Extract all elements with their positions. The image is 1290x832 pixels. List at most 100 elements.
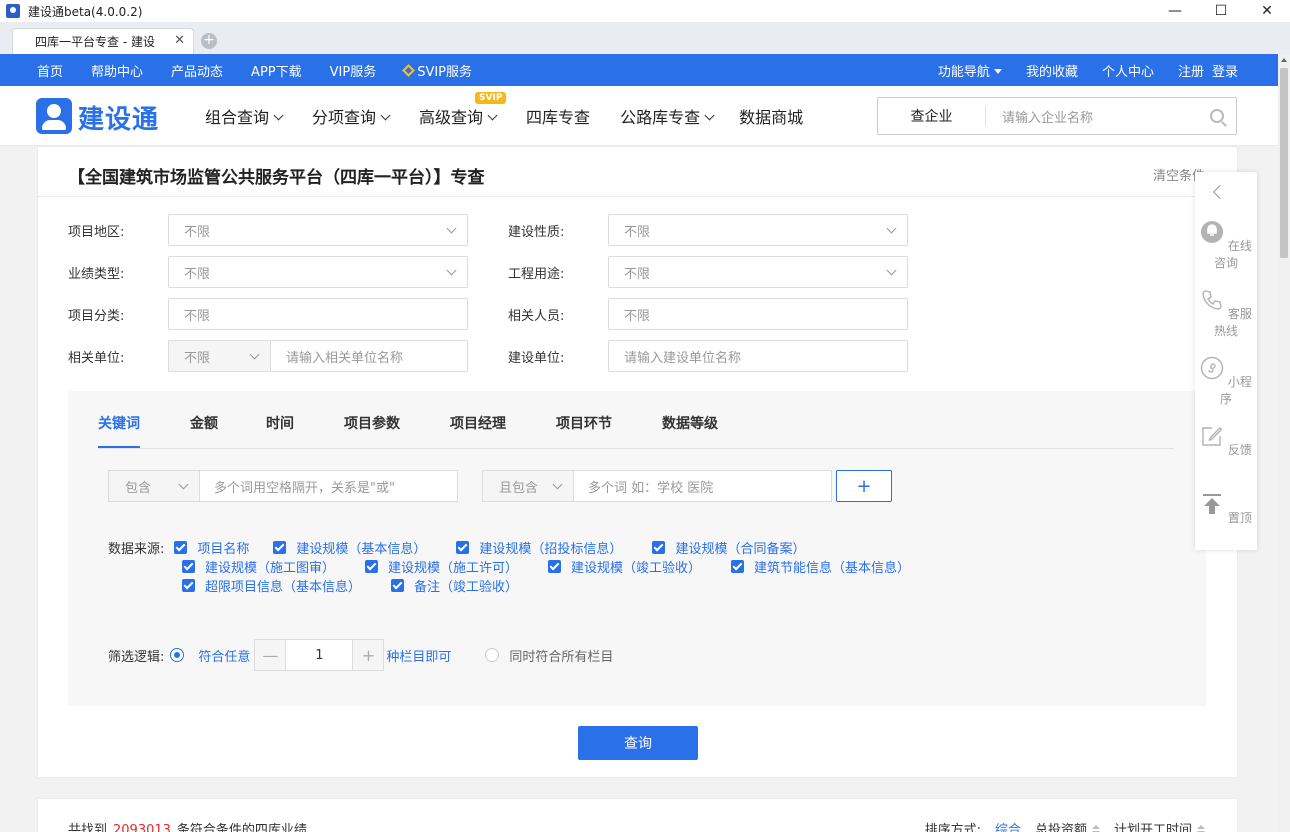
chevron-down-icon: [178, 479, 189, 490]
online-consult-button[interactable]: 在线咨询: [1195, 220, 1257, 271]
window-title: 建设通beta(4.0.0.2): [28, 4, 143, 19]
source-checkbox[interactable]: 建设规模（施工许可）: [365, 557, 518, 576]
logic-any-label[interactable]: 符合任意: [198, 646, 250, 665]
logic-suffix: 种栏目即可: [386, 649, 452, 665]
nav-four-library[interactable]: 四库专查: [526, 104, 590, 128]
sort-planned-start[interactable]: 计划开工时间: [1114, 819, 1205, 832]
tab-data-level[interactable]: 数据等级: [662, 413, 718, 433]
eng-use-select[interactable]: 不限: [608, 256, 908, 288]
related-unit-type-select[interactable]: 不限: [168, 340, 270, 372]
search-scope[interactable]: 查企业: [878, 106, 986, 126]
keyword-include-select[interactable]: 包含: [108, 470, 200, 502]
nav-function-guide[interactable]: 功能导航: [938, 61, 1002, 80]
sort-label: 排序方式:: [924, 823, 981, 832]
result-count: 共找到 2093013 条符合条件的四库业绩: [68, 819, 307, 832]
nav-svip[interactable]: SVIP服务: [402, 61, 472, 80]
data-source-label: 数据来源:: [108, 541, 165, 557]
tab-project-stage[interactable]: 项目环节: [556, 413, 612, 433]
increment-button[interactable]: +: [353, 640, 384, 670]
edit-icon: [1202, 427, 1223, 446]
feedback-button[interactable]: 反馈: [1195, 424, 1257, 458]
field-build-unit: 建设单位: 请输入建设单位名称: [508, 340, 908, 372]
chevron-down-icon: [487, 110, 498, 121]
logo-text[interactable]: 建设通: [78, 99, 159, 136]
close-window-button[interactable]: ✕: [1244, 0, 1290, 22]
page-title: 【全国建筑市场监管公共服务平台（四库一平台）】专查: [68, 168, 485, 188]
checkbox-checked-icon: [273, 540, 287, 554]
search-icon[interactable]: [1210, 109, 1224, 123]
chevron-left-icon[interactable]: [1212, 184, 1228, 200]
keyword-and-include-select[interactable]: 且包含: [482, 470, 574, 502]
nav-login[interactable]: 登录: [1212, 61, 1238, 80]
service-hotline-button[interactable]: 客服热线: [1195, 288, 1257, 339]
source-checkbox[interactable]: 建设规模（合同备案）: [652, 538, 805, 557]
source-checkbox[interactable]: 建设规模（基本信息）: [273, 538, 426, 557]
nav-advanced-query[interactable]: 高级查询 SVIP: [419, 92, 507, 128]
source-checkbox[interactable]: 超限项目信息（基本信息）: [182, 576, 361, 595]
scroll-up-icon[interactable]: [1281, 58, 1287, 62]
nav-favorites[interactable]: 我的收藏: [1026, 61, 1078, 80]
persons-select[interactable]: 不限: [608, 298, 908, 330]
perf-type-select[interactable]: 不限: [168, 256, 468, 288]
search-input[interactable]: 请输入企业名称: [1002, 107, 1093, 126]
radio-selected-icon[interactable]: [170, 648, 185, 662]
related-unit-input[interactable]: 请输入相关单位名称: [270, 340, 468, 372]
source-checkbox[interactable]: 建设规模（竣工验收）: [548, 557, 701, 576]
project-region-select[interactable]: 不限: [168, 214, 468, 246]
build-unit-input[interactable]: 请输入建设单位名称: [608, 340, 908, 372]
company-search[interactable]: 查企业 请输入企业名称: [877, 97, 1237, 135]
source-checkbox[interactable]: 备注（竣工验收）: [391, 576, 518, 595]
checkbox-checked-icon: [182, 559, 195, 573]
source-checkbox[interactable]: 建设规模（施工图审）: [182, 557, 335, 576]
mini-program-button[interactable]: 小程序: [1195, 356, 1257, 407]
source-checkbox[interactable]: 建筑节能信息（基本信息）: [731, 557, 910, 576]
tab-project-manager[interactable]: 项目经理: [450, 413, 506, 433]
tab-keyword[interactable]: 关键词: [98, 413, 140, 433]
nav-home[interactable]: 首页: [37, 61, 63, 80]
keyword-input-1[interactable]: 多个词用空格隔开，关系是"或": [200, 470, 458, 502]
source-checkbox[interactable]: 建设规模（招投标信息）: [456, 538, 622, 557]
query-button[interactable]: 查询: [578, 726, 698, 760]
nav-data-mall[interactable]: 数据商城: [739, 104, 803, 128]
chevron-down-icon: [704, 110, 715, 121]
nav-personal-center[interactable]: 个人中心: [1102, 61, 1154, 80]
field-build-nature: 建设性质: 不限: [508, 214, 908, 246]
logo-icon[interactable]: [36, 98, 72, 134]
tab-time[interactable]: 时间: [266, 413, 294, 433]
sort-options: 排序方式: 综合 总投资额 计划开工时间: [925, 819, 1205, 832]
nav-register[interactable]: 注册: [1178, 61, 1204, 80]
maximize-button[interactable]: ☐: [1198, 0, 1244, 22]
chevron-down-icon: [446, 223, 457, 234]
tab-close-icon[interactable]: ✕: [174, 33, 185, 48]
proj-class-select[interactable]: 不限: [168, 298, 468, 330]
nav-itemized-query[interactable]: 分项查询: [312, 104, 391, 128]
sort-comprehensive[interactable]: 综合: [995, 819, 1021, 832]
sort-total-investment[interactable]: 总投资额: [1035, 819, 1100, 832]
browser-tab[interactable]: 四库一平台专查 - 建设 ✕: [12, 28, 194, 54]
column-count-input[interactable]: 1: [285, 640, 354, 670]
nav-help[interactable]: 帮助中心: [91, 61, 143, 80]
minimize-button[interactable]: —: [1152, 0, 1198, 22]
nav-combined-query[interactable]: 组合查询: [205, 104, 284, 128]
page-scrollbar[interactable]: [1278, 54, 1290, 832]
decrement-button[interactable]: —: [255, 640, 286, 670]
site-header: 建设通 组合查询 分项查询 高级查询 SVIP 四库专查 公路库专查 数据商城 查…: [0, 86, 1278, 146]
scroll-thumb[interactable]: [1280, 68, 1288, 258]
nav-highway-library[interactable]: 公路库专查: [620, 104, 715, 128]
back-to-top-button[interactable]: 置顶: [1195, 492, 1257, 526]
diamond-icon: [402, 63, 416, 77]
tab-project-params[interactable]: 项目参数: [344, 413, 400, 433]
radio-unselected-icon[interactable]: [485, 648, 500, 662]
add-tab-icon[interactable]: +: [201, 33, 217, 49]
tab-amount[interactable]: 金额: [190, 413, 218, 433]
add-keyword-button[interactable]: +: [836, 470, 892, 502]
logic-all-label[interactable]: 同时符合所有栏目: [509, 646, 613, 665]
source-checkbox[interactable]: 项目名称: [174, 538, 249, 557]
phone-icon: [1202, 290, 1222, 310]
nav-vip[interactable]: VIP服务: [330, 61, 377, 80]
keyword-input-2[interactable]: 多个词 如：学校 医院: [574, 470, 832, 502]
nav-product-news[interactable]: 产品动态: [171, 61, 223, 80]
browser-tab-label: 四库一平台专查 - 建设: [35, 35, 155, 49]
nav-app-download[interactable]: APP下载: [251, 61, 302, 80]
build-nature-select[interactable]: 不限: [608, 214, 908, 246]
